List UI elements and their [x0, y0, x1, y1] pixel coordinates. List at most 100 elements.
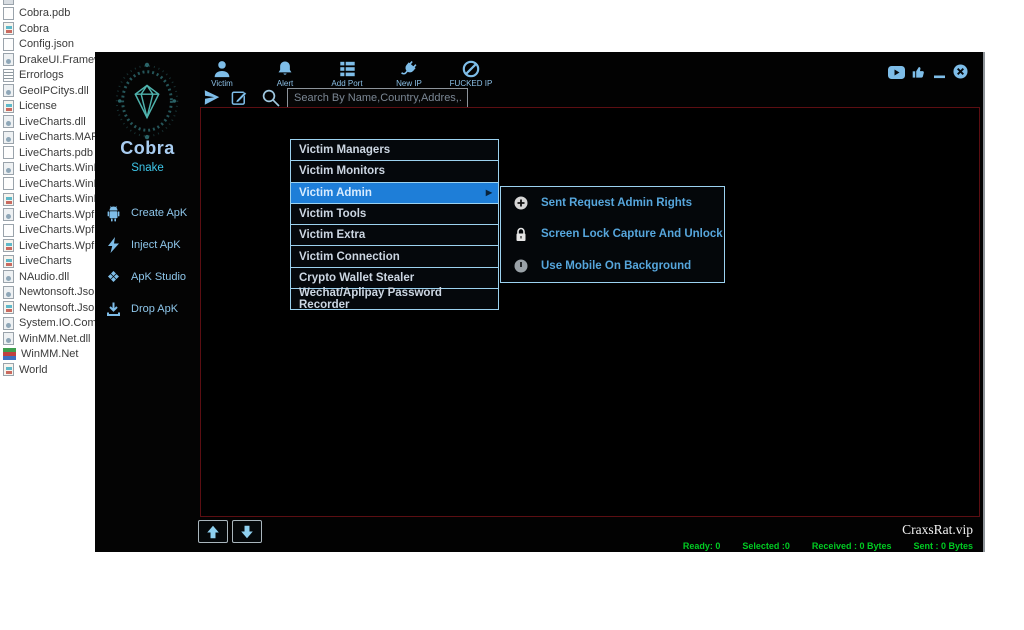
- file-icon: [3, 223, 14, 237]
- person-icon: [214, 61, 230, 78]
- file-icon: [3, 192, 14, 206]
- file-icon: [3, 161, 14, 175]
- sidebar-item-inject-apk[interactable]: Inject ApK: [105, 234, 200, 256]
- context-menu-item[interactable]: Crypto Wallet Stealer ▶: [290, 266, 499, 290]
- list-item[interactable]: Cobra.pdb: [0, 6, 300, 22]
- download-icon: [107, 302, 120, 316]
- toolbar-label: Victim: [211, 79, 233, 88]
- app-subtitle: Snake: [131, 162, 164, 174]
- status-item: Ready: 0: [682, 541, 721, 551]
- thumbs-up-icon[interactable]: [912, 65, 926, 79]
- file-icon: [3, 6, 14, 20]
- file-icon: [3, 130, 14, 144]
- sidebar-item-create-apk[interactable]: Create ApK: [105, 202, 200, 224]
- submenu-item-screen-lock[interactable]: Screen Lock Capture And Unlock: [501, 219, 724, 251]
- context-menu-item-label: Victim Managers: [299, 144, 391, 157]
- file-icon: [3, 0, 14, 6]
- sidebar-item-apk-studio[interactable]: ❖ ApK Studio: [105, 266, 200, 288]
- window-controls: [888, 64, 968, 79]
- file-name: LiveCharts.Wpf: [19, 239, 95, 252]
- context-menu-item[interactable]: Victim Tools ▶: [290, 202, 499, 226]
- file-name: Cobra.pdb: [19, 7, 71, 20]
- submenu-arrow-icon: ▶: [485, 188, 492, 198]
- toolbar-label: Add Port: [331, 79, 363, 88]
- play-button[interactable]: [888, 66, 905, 79]
- victim-context-menu: Victim Managers ▶ Victim Monitors ▶ Vict…: [290, 139, 499, 311]
- send-icon[interactable]: [203, 89, 221, 106]
- context-menu-item-label: Victim Extra: [299, 229, 366, 242]
- fucked-ip-button[interactable]: FUCKED IP: [442, 60, 500, 88]
- context-menu-item[interactable]: Wechat/Aplipay Password Recorder ▶: [290, 287, 499, 311]
- context-menu-item[interactable]: Victim Connection ▶: [290, 245, 499, 268]
- file-icon: [3, 53, 14, 67]
- edit-icon[interactable]: [231, 89, 248, 106]
- scroll-down-button[interactable]: [232, 520, 262, 543]
- file-icon: [3, 348, 16, 361]
- app-title: Cobra: [120, 138, 175, 158]
- file-name: WinMM.Net.dll: [19, 332, 91, 345]
- cobra-gem-logo-icon: [115, 62, 179, 140]
- plug-icon: [401, 60, 417, 75]
- file-icon: [3, 115, 14, 129]
- sidebar-item-label: Drop ApK: [131, 303, 179, 315]
- submenu-item-label: Sent Request Admin Rights: [541, 196, 692, 209]
- file-icon: [3, 84, 14, 98]
- status-item: Received : 0 Bytes: [811, 541, 892, 551]
- toolbar-label: FUCKED IP: [449, 79, 493, 88]
- context-menu-item-label: Victim Monitors: [299, 165, 386, 178]
- submenu-item-request-admin[interactable]: Sent Request Admin Rights: [501, 187, 724, 219]
- toolbar-label: New IP: [396, 79, 422, 88]
- sidebar-item-label: Inject ApK: [131, 239, 181, 251]
- file-name: LiveCharts.dll: [19, 115, 86, 128]
- bell-icon: [278, 61, 292, 75]
- arrow-down-icon: [241, 525, 253, 538]
- scroll-up-button[interactable]: [198, 520, 228, 543]
- app-window: Cobra Snake Create ApK Inject ApK ❖ ApK …: [95, 52, 985, 552]
- file-icon: [3, 22, 14, 36]
- submenu-item-use-background[interactable]: Use Mobile On Background: [501, 250, 724, 282]
- file-name: Newtonsoft.Json: [19, 301, 101, 314]
- power-circle-icon: [514, 259, 528, 273]
- victim-button[interactable]: Victim: [193, 60, 251, 88]
- alert-button[interactable]: Alert: [256, 60, 314, 88]
- sidebar: Cobra Snake Create ApK Inject ApK ❖ ApK …: [95, 52, 200, 552]
- brand-url: CraxsRat.vip: [902, 522, 973, 537]
- android-icon: [107, 206, 120, 222]
- file-icon: [3, 363, 14, 377]
- close-button[interactable]: [953, 64, 968, 79]
- submenu-item-label: Screen Lock Capture And Unlock: [541, 228, 723, 241]
- minimize-button[interactable]: [933, 66, 946, 79]
- file-icon: [3, 316, 14, 330]
- file-name: Config.json: [19, 38, 75, 51]
- list-item[interactable]: Cobra: [0, 21, 300, 37]
- search-input[interactable]: [287, 88, 468, 108]
- new-ip-button[interactable]: New IP: [380, 60, 438, 88]
- context-menu-item[interactable]: Victim Extra ▶: [290, 224, 499, 247]
- search-icon[interactable]: [261, 88, 281, 108]
- file-icon: [3, 146, 14, 160]
- file-name: LiveCharts: [19, 255, 72, 268]
- file-icon: [3, 332, 14, 346]
- sidebar-item-drop-apk[interactable]: Drop ApK: [105, 298, 200, 320]
- file-name: GeoIPCitys.dll: [19, 84, 89, 97]
- plus-circle-icon: [514, 196, 528, 210]
- file-icon: [3, 301, 14, 315]
- file-icon: [3, 177, 14, 191]
- context-menu-item[interactable]: Victim Monitors ▶: [290, 160, 499, 183]
- context-menu-item-label: Victim Tools: [299, 208, 367, 221]
- context-menu-item[interactable]: Victim Admin ▶: [290, 181, 499, 204]
- context-menu-item-label: Victim Connection: [299, 250, 400, 263]
- file-icon: [3, 239, 14, 253]
- file-icon: [3, 254, 14, 268]
- add-port-button[interactable]: Add Port: [318, 60, 376, 88]
- victim-admin-submenu: Sent Request Admin Rights Screen Lock Ca…: [500, 186, 725, 283]
- submenu-item-label: Use Mobile On Background: [541, 259, 692, 272]
- status-item: Selected :0: [742, 541, 790, 551]
- status-bar: Ready: 0 Selected :0 Received : 0 Bytes …: [683, 541, 973, 551]
- file-name: NAudio.dll: [19, 270, 70, 283]
- context-menu-item[interactable]: Victim Managers ▶: [290, 139, 499, 162]
- file-icon: [3, 37, 14, 51]
- list-item[interactable]: Config.json: [0, 37, 300, 53]
- sidebar-item-label: Create ApK: [131, 207, 188, 219]
- file-name: World: [19, 363, 48, 376]
